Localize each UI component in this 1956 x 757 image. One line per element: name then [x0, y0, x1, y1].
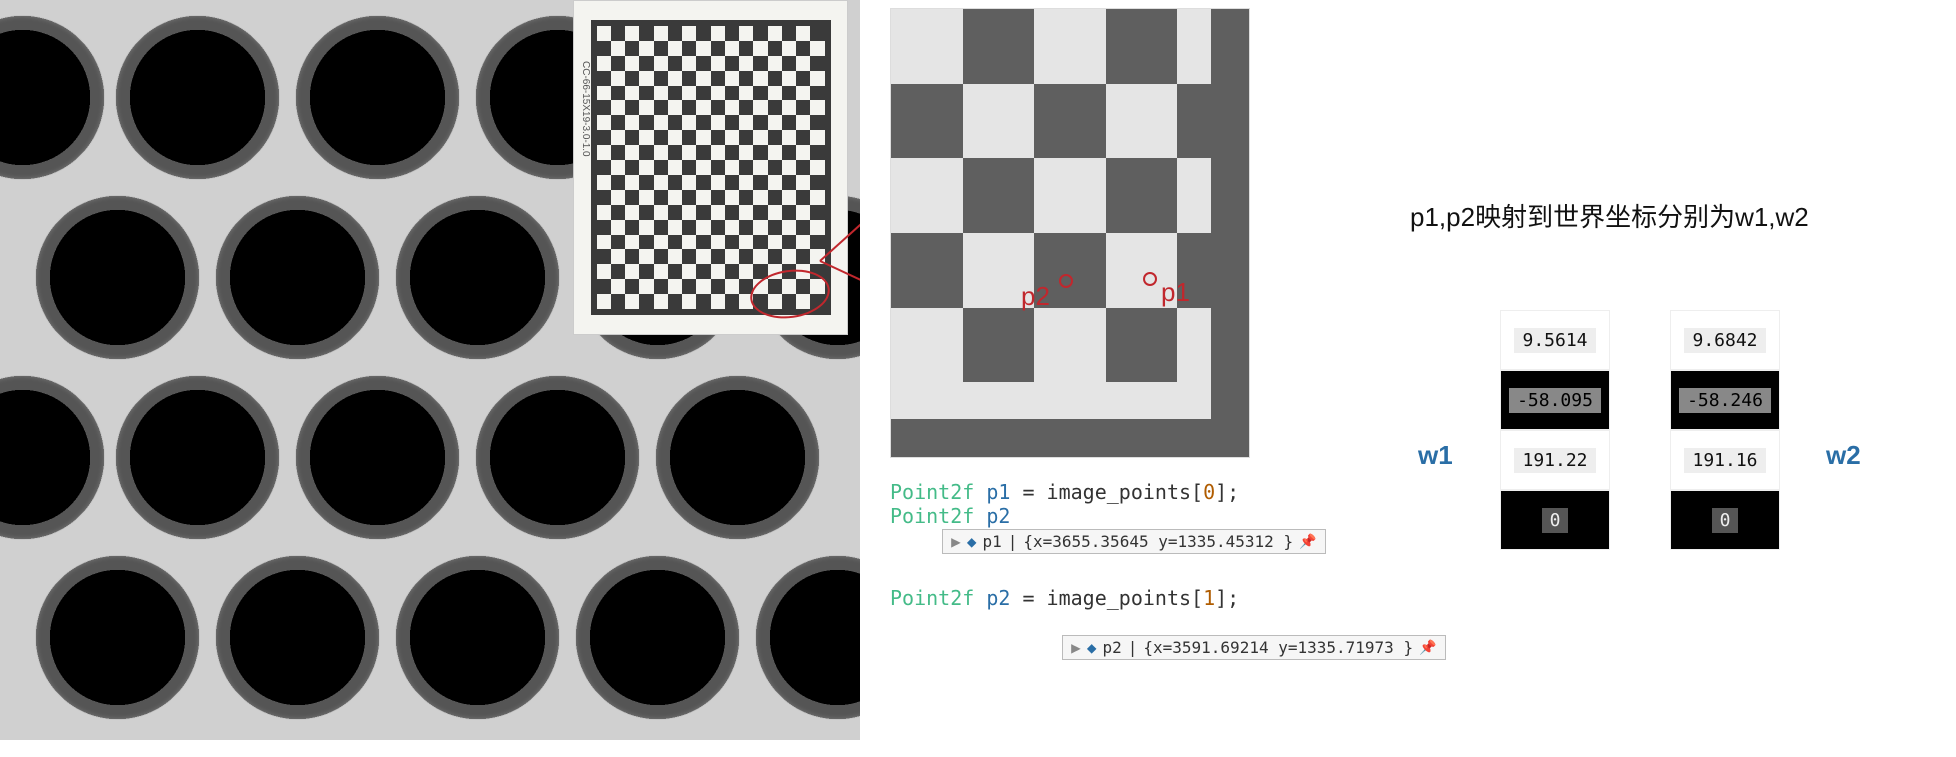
object-icon: ◆ [967, 532, 977, 551]
vector-w2: 9.6842 -58.246 191.16 0 [1660, 310, 1790, 550]
vector-cell: 9.6842 [1670, 310, 1780, 370]
checkerboard-zoom [891, 9, 1249, 457]
debug-tooltip-p1[interactable]: ▶ ◆ p1 | {x=3655.35645 y=1335.45312 } 📌 [942, 529, 1325, 554]
vector-cell: 191.16 [1670, 430, 1780, 490]
code-line: ▶ ◆ p2 | {x=3591.69214 y=1335.71973 } 📌 [890, 610, 1446, 684]
checker-border [1211, 9, 1249, 457]
tooltip-value: {x=3591.69214 y=1335.71973 } [1143, 638, 1413, 657]
code-line: Point2f p2 ▶ ◆ p1 | {x=3655.35645 y=1335… [890, 504, 1446, 578]
expand-icon[interactable]: ▶ [1071, 638, 1081, 657]
vector-cell: 191.22 [1500, 430, 1610, 490]
code-snippet: Point2f p1 = image_points[0]; Point2f p2… [890, 480, 1446, 684]
vector-label-w1: w1 [1418, 440, 1453, 471]
checker-border [891, 419, 1249, 457]
tooltip-value: {x=3655.35645 y=1335.45312 } [1023, 532, 1293, 551]
mapping-caption: p1,p2映射到世界坐标分别为w1,w2 [1410, 200, 1940, 235]
vector-cell: 9.5614 [1500, 310, 1610, 370]
vector-cell: -58.246 [1670, 370, 1780, 430]
tooltip-varname: p1 [982, 532, 1001, 551]
vector-cell: 0 [1670, 490, 1780, 550]
source-photo: CC-66-15X19-3.0-1.0 [0, 0, 860, 740]
debug-tooltip-p2[interactable]: ▶ ◆ p2 | {x=3591.69214 y=1335.71973 } 📌 [1062, 635, 1445, 660]
point-label-p1: p1 [1161, 277, 1190, 308]
vector-cell: -58.095 [1500, 370, 1610, 430]
zoom-crop: p1 p2 [890, 8, 1250, 458]
point-marker-p1 [1143, 272, 1157, 286]
point-label-p2: p2 [1021, 281, 1050, 312]
pin-icon[interactable]: 📌 [1299, 534, 1316, 550]
card-serial: CC-66-15X19-3.0-1.0 [580, 61, 591, 157]
vector-cell: 0 [1500, 490, 1610, 550]
vector-label-w2: w2 [1826, 440, 1861, 471]
code-line: Point2f p1 = image_points[0]; [890, 480, 1446, 504]
code-line: Point2f p2 = image_points[1]; [890, 586, 1446, 610]
point-marker-p2 [1059, 274, 1073, 288]
vector-w1: 9.5614 -58.095 191.22 0 [1490, 310, 1620, 550]
object-icon: ◆ [1087, 638, 1097, 657]
expand-icon[interactable]: ▶ [951, 532, 961, 551]
tooltip-varname: p2 [1102, 638, 1121, 657]
pin-icon[interactable]: 📌 [1419, 640, 1436, 656]
